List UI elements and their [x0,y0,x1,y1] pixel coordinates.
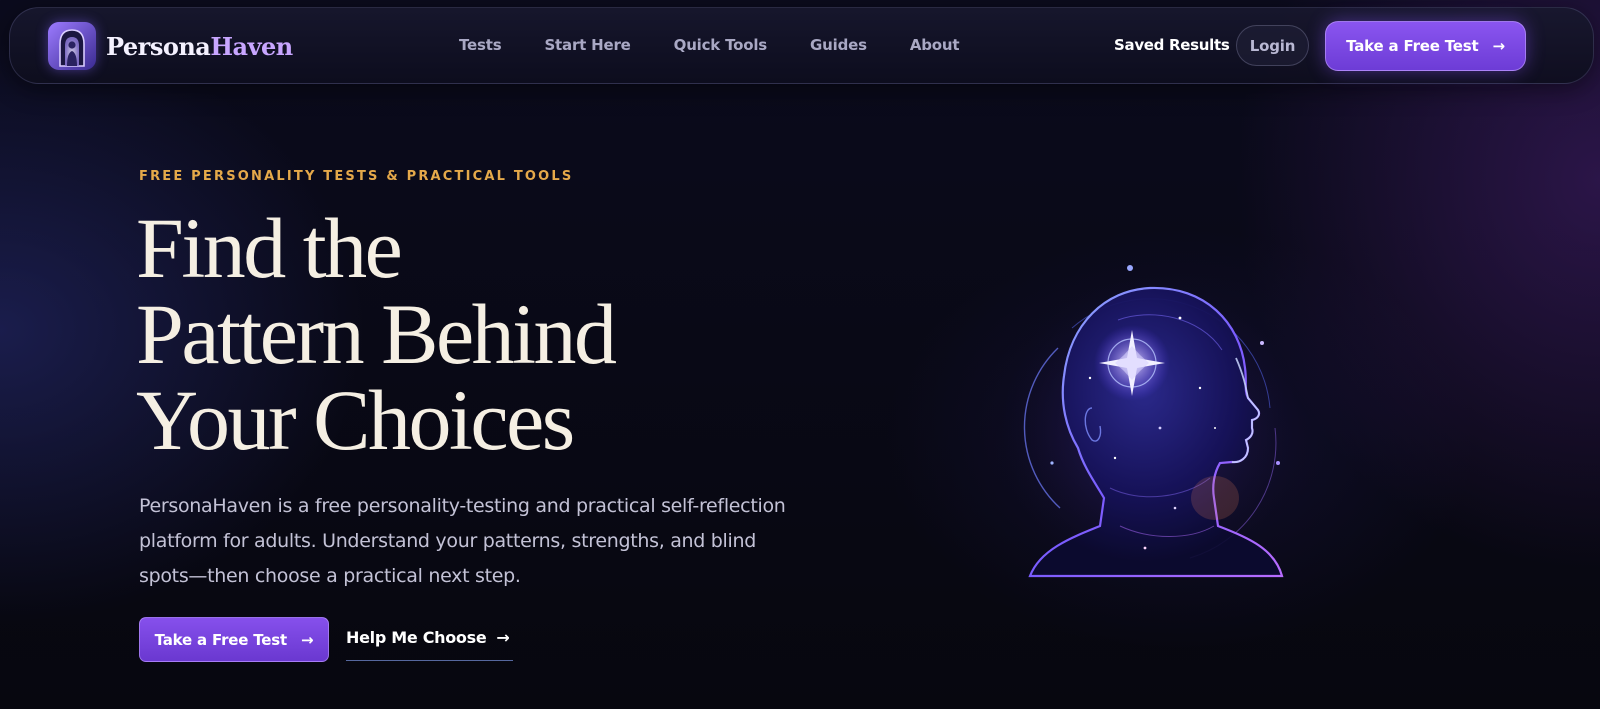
main-nav: Tests Start Here Quick Tools Guides Abou… [459,36,960,54]
brand-name: PersonaHaven [106,32,293,61]
arrow-right-icon: → [496,628,510,647]
nav-link-quick-tools[interactable]: Quick Tools [674,36,768,54]
take-free-test-nav-label: Take a Free Test [1346,37,1479,55]
glowing-head-compass-icon [1000,258,1300,583]
help-me-choose-link[interactable]: Help Me Choose → [346,628,513,661]
brand-logo-link[interactable]: PersonaHaven [48,22,293,70]
nav-link-guides[interactable]: Guides [810,36,867,54]
hero-title: Find the Pattern Behind Your Choices [136,200,617,468]
hero-eyebrow: FREE PERSONALITY TESTS & PRACTICAL TOOLS [139,169,574,184]
page: PersonaHaven Tests Start Here Quick Tool… [0,0,1600,709]
nav-link-about[interactable]: About [910,36,960,54]
brand-name-part2: Haven [210,31,293,61]
hero-title-line-3: Your Choices [136,372,575,468]
hero-title-line-2: Pattern Behind [136,286,617,382]
nav-link-start-here[interactable]: Start Here [544,36,630,54]
persona-haven-logo-icon [48,22,96,70]
hero-title-line-1: Find the [136,200,403,296]
take-free-test-nav-button[interactable]: Take a Free Test → [1325,21,1526,71]
hero-description: PersonaHaven is a free personality-testi… [139,495,786,587]
saved-results-link[interactable]: Saved Results [1114,36,1230,54]
take-free-test-hero-label: Take a Free Test [154,630,288,649]
brand-name-part1: Persona [106,31,211,61]
arrow-right-icon: → [300,630,314,649]
help-me-choose-label: Help Me Choose [346,628,487,647]
login-button[interactable]: Login [1236,25,1309,66]
nav-link-tests[interactable]: Tests [459,36,502,54]
take-free-test-hero-button[interactable]: Take a Free Test → [139,617,329,662]
site-header: PersonaHaven Tests Start Here Quick Tool… [9,7,1594,84]
arrow-right-icon: → [1492,37,1505,55]
